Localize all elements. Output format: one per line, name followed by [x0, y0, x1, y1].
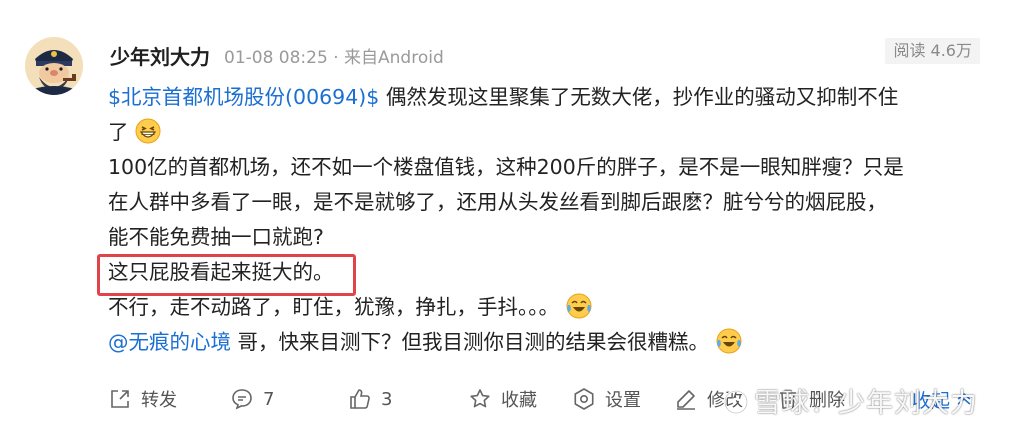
favorite-icon	[470, 389, 490, 408]
watermark-text: 雪球：少年刘大力	[754, 388, 978, 419]
comment-icon	[232, 389, 252, 410]
post-body: $北京首都机场股份(00694)$ 偶然发现这里聚集了无数大佬，抄作业的骚动又抑…	[108, 80, 988, 360]
favorite-label: 收藏	[501, 390, 537, 411]
line-text: 能不能免费抽一口就跑?	[108, 225, 324, 249]
laugh-cry-emoji	[566, 293, 592, 319]
line-text: 了	[108, 120, 129, 144]
settings-label: 设置	[605, 390, 641, 411]
comment-count: 7	[263, 388, 275, 410]
post-meta: 01-08 08:25 · 来自Android	[224, 47, 444, 68]
line-text: 哥，快来目测下？但我目测你目测的结果会很糟糕。	[231, 330, 710, 354]
post-line: 在人群中多看了一眼，是不是就够了，还用从头发丝看到脚后跟麽？脏兮兮的烟屁股，	[108, 185, 988, 220]
author-name[interactable]: 少年刘大力	[110, 41, 210, 70]
repost-label: 转发	[141, 390, 177, 411]
like-count: 3	[381, 388, 393, 410]
line-text: 不行，走不动路了，盯住，犹豫，挣扎，手抖。。。	[108, 295, 559, 319]
edit-icon	[677, 390, 695, 410]
post-header: 少年刘大力 01-08 08:25 · 来自Android	[110, 40, 444, 70]
settings-icon	[574, 388, 594, 410]
watermark: 雪球：少年刘大力	[722, 381, 978, 420]
grin-emoji	[135, 118, 161, 144]
highlight-annotation-box	[97, 254, 356, 296]
stock-link[interactable]: $北京首都机场股份(00694)$	[108, 85, 379, 109]
like-button[interactable]: 3	[348, 382, 392, 416]
avatar-captain-icon	[25, 37, 83, 95]
comment-button[interactable]: 7	[230, 382, 274, 416]
line-text: 100亿的首都机场，还不如一个楼盘值钱，这种200斤的胖子，是不是一眼知胖瘦？只…	[108, 155, 904, 179]
laugh-cry-emoji	[716, 328, 742, 354]
snowball-logo-icon	[723, 389, 749, 415]
post-line: 100亿的首都机场，还不如一个楼盘值钱，这种200斤的胖子，是不是一眼知胖瘦？只…	[108, 150, 988, 185]
user-mention-link[interactable]: @无痕的心境	[108, 330, 231, 354]
post-line: 能不能免费抽一口就跑?	[108, 220, 988, 255]
post-line: $北京首都机场股份(00694)$ 偶然发现这里聚集了无数大佬，抄作业的骚动又抑…	[108, 80, 988, 115]
line-text: 在人群中多看了一眼，是不是就够了，还用从头发丝看到脚后跟麽？脏兮兮的烟屁股，	[108, 190, 887, 214]
read-count-badge: 阅读 4.6万	[885, 38, 980, 64]
post-line: 了	[108, 115, 988, 150]
favorite-button[interactable]: 收藏	[468, 382, 537, 416]
settings-button[interactable]: 设置	[572, 382, 641, 416]
avatar[interactable]	[25, 37, 83, 95]
like-icon	[350, 389, 370, 409]
repost-button[interactable]: 转发	[108, 382, 177, 416]
line-text: 偶然发现这里聚集了无数大佬，抄作业的骚动又抑制不住	[379, 85, 899, 109]
post-line: @无痕的心境 哥，快来目测下？但我目测你目测的结果会很糟糕。	[108, 325, 988, 360]
repost-icon	[111, 390, 129, 408]
